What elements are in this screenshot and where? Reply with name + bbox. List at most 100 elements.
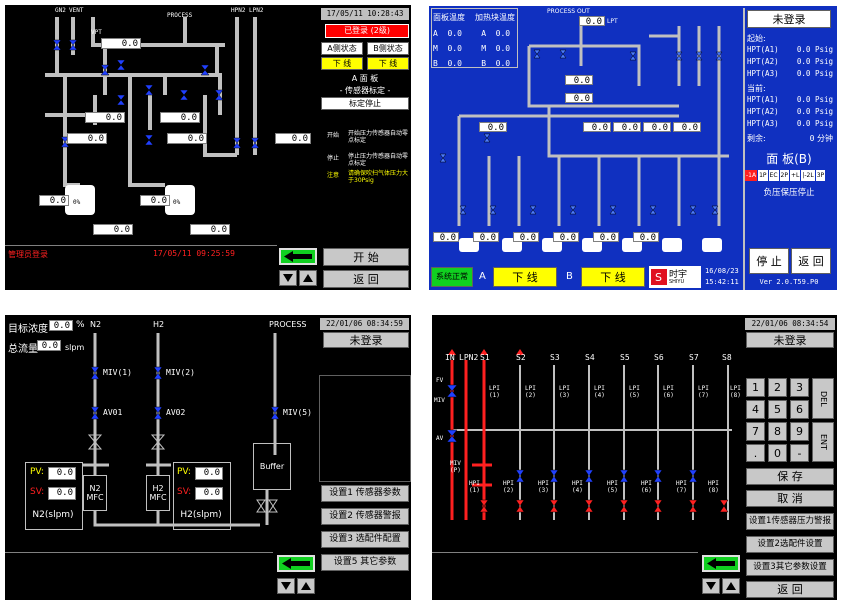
p4-lpi-3: LPI (3) [559,385,570,399]
p1-top-label-vent: VENT [69,7,84,14]
p2-hpt-row: HPT(A3) 0.0 Psig [747,68,833,80]
p1-scroll-up-button[interactable] [299,270,317,286]
p4-key-2[interactable]: 2 [768,378,787,397]
p2-chip-1a[interactable]: -1A [745,170,758,181]
p1-b-side-status[interactable]: B侧状态 [367,42,409,55]
p4-key-8[interactable]: 8 [768,422,787,441]
p4-key-minus[interactable]: - [790,444,809,462]
p3-scroll-up-button[interactable] [297,578,315,594]
p3-h2-mfc-box[interactable]: H2 MFC [146,475,170,511]
p2-reading-13: 0.0 [633,232,659,243]
triangle-up-icon [303,274,313,282]
p3-n2-mfc-box[interactable]: N2 MFC [83,475,107,511]
p4-key-4[interactable]: 4 [746,400,765,419]
p2-version: Ver 2.0.T59.P0 [759,278,819,286]
p4-key-6[interactable]: 6 [790,400,809,419]
p2-chip-l[interactable]: +L [789,170,801,181]
p1-reading-1: 0.0 [85,112,125,123]
p4-scroll-down-button[interactable] [702,578,720,594]
p2-b-label: B [566,271,573,282]
p4-menu-sensor-alarm[interactable]: 设置1传感器压力警报 [746,513,834,530]
p4-key-ent[interactable]: ENT [812,422,834,462]
p4-login-button[interactable]: 未登录 [746,332,834,348]
p2-hpt-unit: Psig [814,95,833,104]
p4-save-button[interactable]: 保 存 [746,468,834,485]
p3-menu-sensor-alarm[interactable]: 设置2 传感器警报 [321,508,409,525]
p2-login-button[interactable]: 未登录 [747,10,831,28]
p1-alarm-text: 管理员登录 [8,250,48,259]
p4-key-del[interactable]: DEL [812,378,834,419]
p3-buffer-box[interactable]: Buffer [253,443,291,490]
p4-hpi-4: HPI (4) [572,480,583,494]
p1-scroll-down-button[interactable] [279,270,297,286]
p4-back-arrow-button[interactable] [702,555,740,572]
p4-top-s5: S5 [620,353,630,362]
p2-hpt-name: HPT(A2) [747,107,779,116]
p2-chip-3p[interactable]: 3P [815,170,826,181]
p1-alarm-time: 17/05/11 09:25:59 [153,249,235,258]
p4-key-0[interactable]: 0 [768,444,787,462]
p4-scroll-up-button[interactable] [722,578,740,594]
p2-a-state: 下 线 [493,267,557,287]
p3-menu-options[interactable]: 设置3 选配件配置 [321,531,409,548]
p1-back-button[interactable]: 返 回 [323,270,409,288]
p1-calibration-stop[interactable]: 标定停止 [321,97,409,110]
p2-hpt-val: 0.0 [796,45,811,54]
p4-key-1[interactable]: 1 [746,378,765,397]
p2-hpt-val: 0.0 [796,107,811,116]
p2-back-button[interactable]: 返 回 [791,248,831,274]
p3-menu-other-params[interactable]: 设置5 其它参数 [321,554,409,571]
p3-h2-sv-value[interactable]: 0.0 [195,487,223,500]
p2-date: 16/08/23 [705,267,739,275]
p4-key-7[interactable]: 7 [746,422,765,441]
p2-stop-button[interactable]: 停 止 [749,248,789,274]
p4-cancel-button[interactable]: 取 消 [746,490,834,507]
p4-key-dot[interactable]: . [746,444,765,462]
p4-top-s7: S7 [689,353,699,362]
p3-n2-sv-value[interactable]: 0.0 [48,487,76,500]
p1-reading-2: 0.0 [160,112,200,123]
p1-login-status[interactable]: 已登录 (2级) [325,24,409,38]
p2-chip-ec[interactable]: EC [768,170,779,181]
p2-hpt-current-list: HPT(A1) 0.0 Psig HPT(A2) 0.0 Psig HPT(A3… [747,94,833,130]
p1-datetime: 17/05/11 10:28:43 V816 [321,8,409,30]
p3-valve-miv5: MIV(5) [283,408,312,417]
p2-hpt-unit: Psig [814,119,833,128]
triangle-down-icon [281,582,291,590]
p2-hpt-unit: Psig [814,107,833,116]
p3-menu-sensor-params[interactable]: 设置1 传感器参数 [321,485,409,502]
p4-lpi-2: LPI (2) [525,385,536,399]
p2-chip-1p[interactable]: 1P [758,170,768,181]
p4-menu-other[interactable]: 设置3其它参数设置 [746,559,834,576]
p4-key-9[interactable]: 9 [790,422,809,441]
left-arrow-icon [284,251,312,262]
p2-chip-2l[interactable]: |-2L [801,170,815,181]
p1-back-arrow-button[interactable] [279,248,317,265]
p4-hpi-1: HPI (1) [469,480,480,494]
p3-valve-miv2: MIV(2) [166,368,195,377]
p1-reading-8: 0.0 [93,224,133,235]
p2-start-label: 起始: [747,34,766,43]
p1-a-side-status[interactable]: A侧状态 [321,42,363,55]
p3-back-arrow-button[interactable] [277,555,315,572]
p2-reading-6: 0.0 [643,122,671,133]
p3-login-button[interactable]: 未登录 [323,332,409,348]
p1-top-label-process: PROCESS [167,12,193,19]
p4-menu-options[interactable]: 设置2选配件设置 [746,536,834,553]
p2-hpt-val: 0.0 [796,119,811,128]
p3-scroll-down-button[interactable] [277,578,295,594]
p2-panel-b-title: 面 板(B) [766,152,812,166]
p1-reading-3: 0.0 [67,133,107,144]
p4-lpi-5: LPI (5) [629,385,640,399]
p2-hpt-unit: Psig [814,57,833,66]
p2-chip-2p[interactable]: 2P [779,170,789,181]
p2-b-state: 下 线 [581,267,645,287]
p1-start-button[interactable]: 开 始 [323,248,409,266]
p4-key-5[interactable]: 5 [768,400,787,419]
p4-back-button[interactable]: 返 回 [746,581,834,598]
p1-b-state: 下 线 [367,57,409,70]
p3-right-blank [319,375,411,482]
panel-gas-mixing: 目标浓度 0.0 % 总流量 0.0 slpm N2 H2 PROCESS MI… [5,315,411,600]
p3-h2-unit: H2(slpm) [180,510,222,520]
p4-key-3[interactable]: 3 [790,378,809,397]
